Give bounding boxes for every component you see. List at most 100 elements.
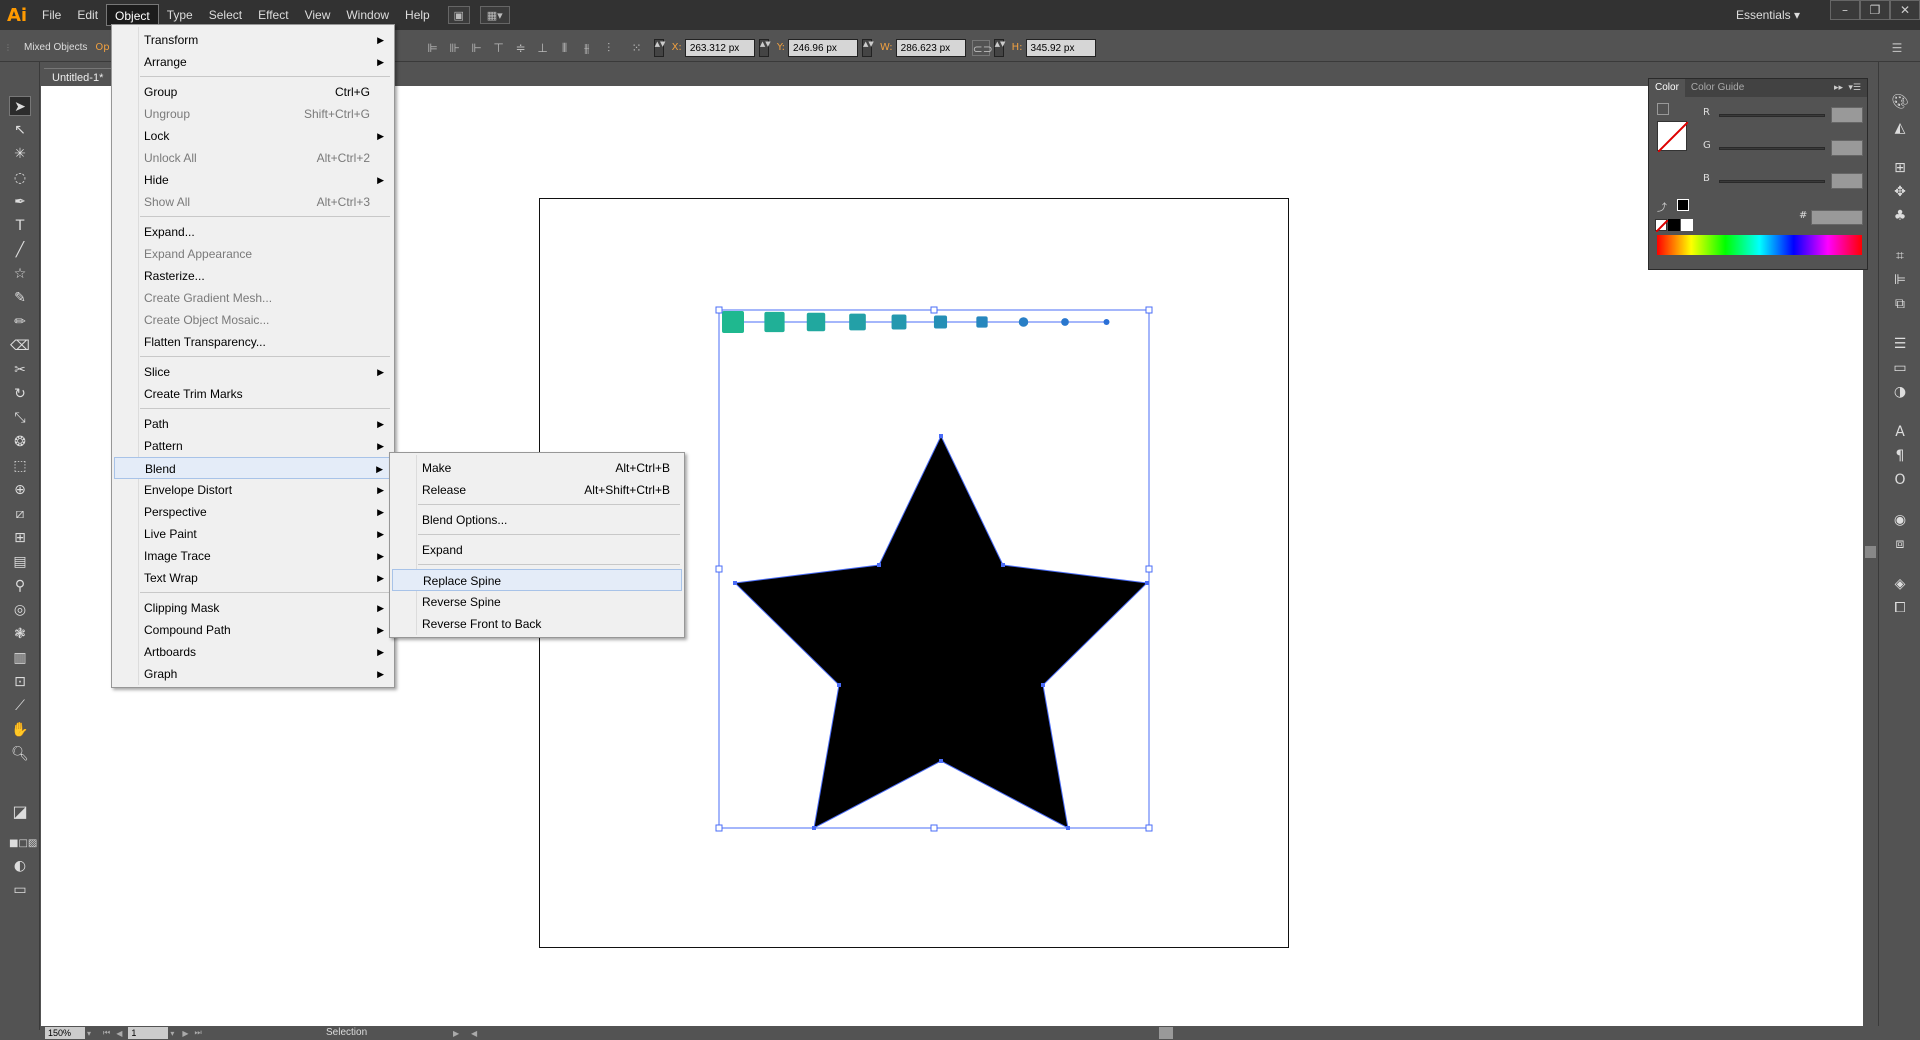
distribute-right-icon[interactable]: ⫶ xyxy=(600,40,618,56)
color-spectrum[interactable] xyxy=(1657,235,1862,255)
selection-tool-icon[interactable]: ➤ xyxy=(9,96,31,116)
brushes-icon[interactable]: ✥ xyxy=(1889,182,1911,202)
blend-menu-item-make[interactable]: Make Alt+Ctrl+B xyxy=(392,457,682,479)
artboards-icon[interactable]: ⧠ xyxy=(1889,598,1911,618)
menu-view[interactable]: View xyxy=(297,4,339,26)
menu-item-pattern[interactable]: Pattern ▶ xyxy=(114,435,392,457)
align-top-icon[interactable]: ⊤ xyxy=(490,40,508,56)
gradient-tool-icon[interactable]: ▤ xyxy=(9,552,31,572)
red-slider[interactable] xyxy=(1719,114,1825,117)
green-slider[interactable] xyxy=(1719,147,1825,150)
lasso-tool-icon[interactable]: ◌ xyxy=(9,168,31,188)
blend-tool-icon[interactable]: ◎ xyxy=(9,600,31,620)
menu-item-artboards[interactable]: Artboards ▶ xyxy=(114,641,392,663)
blue-slider[interactable] xyxy=(1719,180,1825,183)
red-value-field[interactable] xyxy=(1831,107,1863,123)
warp-tool-icon[interactable]: ❂ xyxy=(9,432,31,452)
menu-item-arrange[interactable]: Arrange ▶ xyxy=(114,51,392,73)
fill-stroke-indicator-icon[interactable] xyxy=(1657,121,1689,153)
blend-menu-item-reverse-spine[interactable]: Reverse Spine xyxy=(392,591,682,613)
scissors-tool-icon[interactable]: ✂ xyxy=(9,360,31,380)
transform-icon[interactable]: ⌗ xyxy=(1889,246,1911,266)
tab-color-guide[interactable]: Color Guide xyxy=(1685,79,1750,97)
mesh-tool-icon[interactable]: ⊞ xyxy=(9,528,31,548)
stroke-icon[interactable]: ☰ xyxy=(1889,334,1911,354)
menu-select[interactable]: Select xyxy=(201,4,250,26)
menu-item-expand[interactable]: Expand... xyxy=(114,221,392,243)
align-bottom-icon[interactable]: ⊥ xyxy=(534,40,552,56)
menu-item-lock[interactable]: Lock ▶ xyxy=(114,125,392,147)
w-stepper[interactable]: ▲▼ xyxy=(861,38,874,57)
color-mode-icon[interactable]: ■□▨ xyxy=(9,834,37,854)
menu-effect[interactable]: Effect xyxy=(250,4,296,26)
fill-swatch-small-icon[interactable] xyxy=(1657,103,1669,115)
workspace-switcher[interactable]: Essentials ▾ xyxy=(1736,0,1800,30)
menu-item-text-wrap[interactable]: Text Wrap ▶ xyxy=(114,567,392,589)
h-field[interactable]: 345.92 px xyxy=(1025,38,1096,57)
menu-type[interactable]: Type xyxy=(159,4,201,26)
blend-step-shape[interactable] xyxy=(806,312,826,332)
distribute-center-icon[interactable]: ⫵ xyxy=(578,40,596,56)
document-tab[interactable]: Untitled-1* xyxy=(44,68,114,86)
fill-stroke-swatch-icon[interactable]: ◪ xyxy=(9,802,31,830)
menu-item-create-trim-marks[interactable]: Create Trim Marks xyxy=(114,383,392,405)
pencil-tool-icon[interactable]: ✏ xyxy=(9,312,31,332)
menu-item-live-paint[interactable]: Live Paint ▶ xyxy=(114,523,392,545)
restore-icon[interactable]: ❐ xyxy=(1860,0,1890,20)
vertical-scroll-thumb[interactable] xyxy=(1865,546,1876,558)
menu-item-rasterize[interactable]: Rasterize... xyxy=(114,265,392,287)
layers-icon[interactable]: ◈ xyxy=(1889,574,1911,594)
x-field[interactable]: 263.312 px xyxy=(684,38,755,57)
pen-tool-icon[interactable]: ✒ xyxy=(9,192,31,212)
distribute-left-icon[interactable]: ⫴ xyxy=(556,40,574,56)
constrain-proportions-icon[interactable]: ⊂⊃ xyxy=(971,39,993,56)
blob-brush-tool-icon[interactable]: ⌫ xyxy=(9,336,31,356)
blend-step-shape[interactable] xyxy=(1018,317,1029,327)
symbols-icon[interactable]: ♣ xyxy=(1889,206,1911,226)
hand-tool-icon[interactable]: ✋ xyxy=(9,720,31,740)
y-field[interactable]: 246.96 px xyxy=(787,38,858,57)
handle-top-left[interactable] xyxy=(715,306,723,314)
menu-item-blend[interactable]: Blend ▶ xyxy=(114,457,392,479)
menu-object[interactable]: Object xyxy=(106,4,159,26)
menu-window[interactable]: Window xyxy=(338,4,397,26)
magic-wand-tool-icon[interactable]: ✳ xyxy=(9,144,31,164)
opacity-label[interactable]: Op xyxy=(95,42,109,53)
y-stepper[interactable]: ▲▼ xyxy=(758,38,771,57)
menu-file[interactable]: File xyxy=(34,4,69,26)
blend-menu-item-release[interactable]: Release Alt+Shift+Ctrl+B xyxy=(392,479,682,501)
scroll-left-icon[interactable]: ◀ xyxy=(471,1029,477,1038)
blue-value-field[interactable] xyxy=(1831,173,1863,189)
menu-item-image-trace[interactable]: Image Trace ▶ xyxy=(114,545,392,567)
color-panel-icon[interactable]: 🎨︎ xyxy=(1889,92,1911,112)
perspective-grid-tool-icon[interactable]: ⧄ xyxy=(9,504,31,524)
status-tool-label[interactable]: Selection xyxy=(326,1026,367,1040)
minimize-icon[interactable]: – xyxy=(1830,0,1860,20)
handle-bottom-left[interactable] xyxy=(715,824,723,832)
menu-item-slice[interactable]: Slice ▶ xyxy=(114,361,392,383)
menu-item-compound-path[interactable]: Compound Path ▶ xyxy=(114,619,392,641)
zoom-dropdown-icon[interactable]: ▾ xyxy=(87,1029,91,1038)
first-artboard-icon[interactable]: ⏮ xyxy=(103,1028,110,1038)
menu-item-transform[interactable]: Transform ▶ xyxy=(114,29,392,51)
collapse-panel-icon[interactable]: ▸▸ xyxy=(1834,83,1843,93)
tab-color[interactable]: Color xyxy=(1649,79,1685,97)
blend-step-shape[interactable] xyxy=(764,311,785,333)
blend-step-shape[interactable] xyxy=(722,311,744,333)
character-icon[interactable]: A xyxy=(1889,422,1911,442)
menu-item-envelope-distort[interactable]: Envelope Distort ▶ xyxy=(114,479,392,501)
column-graph-tool-icon[interactable]: ▥ xyxy=(9,648,31,668)
x-stepper[interactable]: ▲▼ xyxy=(653,38,665,57)
blend-step-shape[interactable] xyxy=(891,314,907,330)
rotate-tool-icon[interactable]: ↻ xyxy=(9,384,31,404)
close-icon[interactable]: ✕ xyxy=(1890,0,1920,20)
align-left-icon[interactable]: ⊫ xyxy=(424,40,442,56)
artboard-tool-icon[interactable]: ⊡ xyxy=(9,672,31,692)
menu-item-graph[interactable]: Graph ▶ xyxy=(114,663,392,685)
handle-bottom-right[interactable] xyxy=(1145,824,1153,832)
menu-item-group[interactable]: Group Ctrl+G xyxy=(114,81,392,103)
free-transform-tool-icon[interactable]: ⬚ xyxy=(9,456,31,476)
slice-tool-icon[interactable]: ⟋ xyxy=(9,696,31,716)
paintbrush-tool-icon[interactable]: ✎ xyxy=(9,288,31,308)
none-swatch-icon[interactable] xyxy=(1655,219,1669,233)
